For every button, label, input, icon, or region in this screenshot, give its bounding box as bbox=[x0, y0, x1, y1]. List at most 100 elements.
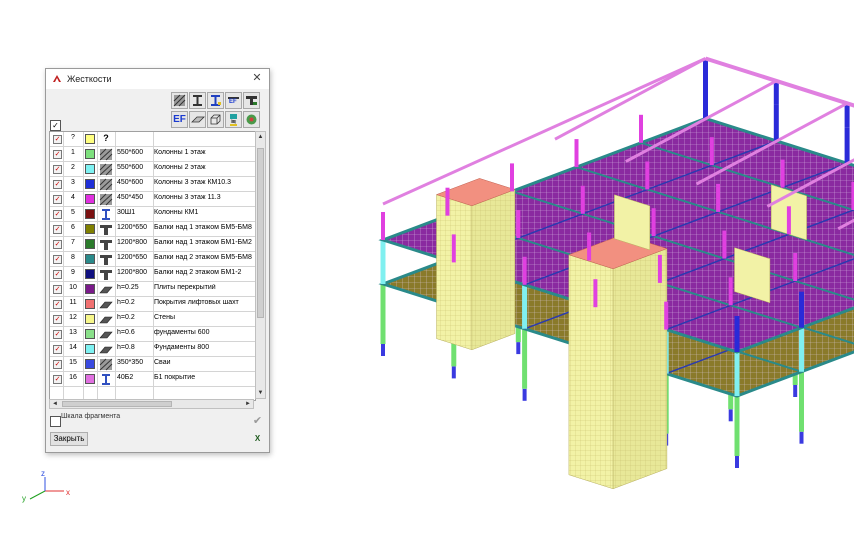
header-visibility-checkbox[interactable]: ✓ bbox=[53, 135, 62, 144]
plate-button[interactable] bbox=[189, 111, 206, 128]
section-type-icon bbox=[99, 286, 113, 294]
row-color-swatch[interactable] bbox=[85, 314, 95, 324]
row-color-swatch[interactable] bbox=[85, 179, 95, 189]
row-number: 3 bbox=[71, 179, 75, 186]
row-color-swatch[interactable] bbox=[85, 284, 95, 294]
row-size: 450*600 bbox=[117, 179, 144, 186]
table-row[interactable]: ✓ 7 1200*800 Балки над 1 этажом БМ1-БМ2 bbox=[50, 237, 255, 252]
settings-button[interactable] bbox=[243, 111, 260, 128]
row-color-swatch[interactable] bbox=[85, 194, 95, 204]
row-visibility-checkbox[interactable]: ✓ bbox=[53, 375, 62, 384]
scroll-right-icon[interactable]: ► bbox=[243, 400, 253, 408]
row-name: Балки над 2 этажом БМ1-2 bbox=[154, 269, 242, 276]
table-row[interactable]: ✓ 10 h=0.25 Плиты перекрытий bbox=[50, 282, 255, 297]
row-visibility-checkbox[interactable]: ✓ bbox=[53, 270, 62, 279]
row-visibility-checkbox[interactable]: ✓ bbox=[53, 300, 62, 309]
row-color-swatch[interactable] bbox=[85, 254, 95, 264]
table-row[interactable]: ✓ 13 h=0.6 фундаменты 600 bbox=[50, 327, 255, 342]
row-number: 6 bbox=[71, 224, 75, 231]
check-all-checkbox[interactable]: ✓ bbox=[50, 120, 61, 131]
row-size: 30Ш1 bbox=[117, 209, 136, 216]
table-row[interactable]: ✓ 16 40Б2 Б1 покрытие bbox=[50, 372, 255, 387]
table-row[interactable]: ✓ 6 1200*650 Балки над 1 этажом БМ5-БМ8 bbox=[50, 222, 255, 237]
composite-section-button[interactable] bbox=[243, 92, 260, 109]
dialog-titlebar[interactable]: Жесткости ✕ bbox=[46, 69, 269, 89]
table-row[interactable]: ✓ 1 550*600 Колонны 1 этаж bbox=[50, 147, 255, 162]
fragment-scale-checkbox[interactable] bbox=[50, 416, 61, 427]
row-size: h=0.6 bbox=[117, 329, 135, 336]
row-color-swatch[interactable] bbox=[85, 239, 95, 249]
hatch-section-button[interactable] bbox=[171, 92, 188, 109]
ef-small-button[interactable]: EF bbox=[225, 92, 242, 109]
row-visibility-checkbox[interactable]: ✓ bbox=[53, 360, 62, 369]
table-row[interactable]: ✓ 14 h=0.8 Фундаменты 800 bbox=[50, 342, 255, 357]
row-number: 11 bbox=[69, 299, 77, 306]
row-color-swatch[interactable] bbox=[85, 269, 95, 279]
row-color-swatch[interactable] bbox=[85, 224, 95, 234]
steel-section-button[interactable] bbox=[207, 92, 224, 109]
ef-button[interactable]: EF bbox=[171, 111, 188, 128]
row-color-swatch[interactable] bbox=[85, 344, 95, 354]
row-color-swatch[interactable] bbox=[85, 299, 95, 309]
table-row[interactable]: ✓ 9 1200*800 Балки над 2 этажом БМ1-2 bbox=[50, 267, 255, 282]
row-name: Сваи bbox=[154, 359, 171, 366]
row-visibility-checkbox[interactable]: ✓ bbox=[53, 150, 62, 159]
row-visibility-checkbox[interactable]: ✓ bbox=[53, 165, 62, 174]
row-visibility-checkbox[interactable]: ✓ bbox=[53, 180, 62, 189]
row-visibility-checkbox[interactable]: ✓ bbox=[53, 240, 62, 249]
scroll-down-icon[interactable]: ▼ bbox=[256, 388, 265, 398]
row-visibility-checkbox[interactable]: ✓ bbox=[53, 345, 62, 354]
row-visibility-checkbox[interactable]: ✓ bbox=[53, 210, 62, 219]
row-color-swatch[interactable] bbox=[85, 164, 95, 174]
table-header-row: ✓ ? ? bbox=[50, 132, 255, 147]
apply-check-icon[interactable]: ✔ bbox=[250, 414, 265, 428]
row-color-swatch[interactable] bbox=[85, 374, 95, 384]
table-row[interactable]: ✓ 11 h=0.2 Покрытия лифтовых шахт bbox=[50, 297, 255, 312]
row-visibility-checkbox[interactable]: ✓ bbox=[53, 225, 62, 234]
scroll-thumb-horizontal[interactable] bbox=[62, 401, 172, 407]
row-number: 13 bbox=[69, 329, 77, 336]
row-color-swatch[interactable] bbox=[85, 359, 95, 369]
scroll-thumb[interactable] bbox=[257, 148, 264, 318]
section-type-icon bbox=[99, 331, 113, 339]
row-name: Колонны 1 этаж bbox=[154, 149, 206, 156]
table-row[interactable]: ✓ 12 h=0.2 Стены bbox=[50, 312, 255, 327]
app-icon bbox=[52, 74, 62, 84]
row-name: Колонны 2 этаж bbox=[154, 164, 206, 171]
export-excel-button[interactable]: X bbox=[250, 432, 265, 446]
row-size: 450*450 bbox=[117, 194, 144, 201]
table-row[interactable]: ✓ 2 550*600 Колонны 2 этаж bbox=[50, 162, 255, 177]
section-type-icon bbox=[99, 301, 113, 309]
scroll-left-icon[interactable]: ◄ bbox=[50, 400, 60, 408]
row-size: h=0.2 bbox=[117, 299, 135, 306]
solid-button[interactable] bbox=[207, 111, 224, 128]
table-row[interactable]: ✓ 8 1200*650 Балки над 2 этажом БМ5-БМ8 bbox=[50, 252, 255, 267]
row-visibility-checkbox[interactable]: ✓ bbox=[53, 285, 62, 294]
row-number: 8 bbox=[71, 254, 75, 261]
spring-button[interactable] bbox=[225, 111, 242, 128]
plate-icon bbox=[191, 116, 205, 123]
table-row[interactable]: ✓ 15 350*350 Сваи bbox=[50, 357, 255, 372]
horizontal-scrollbar[interactable]: ◄ ► bbox=[49, 399, 254, 409]
close-button[interactable]: Закрыть bbox=[50, 432, 88, 446]
header-color-swatch[interactable] bbox=[85, 134, 95, 144]
i-section-button[interactable] bbox=[189, 92, 206, 109]
row-visibility-checkbox[interactable]: ✓ bbox=[53, 255, 62, 264]
row-color-swatch[interactable] bbox=[85, 329, 95, 339]
row-number: 12 bbox=[69, 314, 77, 321]
row-color-swatch[interactable] bbox=[85, 209, 95, 219]
scroll-up-icon[interactable]: ▲ bbox=[256, 132, 265, 142]
table-row[interactable]: ✓ 4 450*450 Колонны 3 этаж 11.3 bbox=[50, 192, 255, 207]
row-name: Колонны 3 этаж 11.3 bbox=[154, 194, 221, 201]
row-visibility-checkbox[interactable]: ✓ bbox=[53, 315, 62, 324]
row-visibility-checkbox[interactable]: ✓ bbox=[53, 330, 62, 339]
table-row[interactable]: ✓ 3 450*600 Колонны 3 этаж КМ10.3 bbox=[50, 177, 255, 192]
row-visibility-checkbox[interactable]: ✓ bbox=[53, 195, 62, 204]
vertical-scrollbar[interactable]: ▲ ▼ bbox=[255, 131, 266, 399]
table-row[interactable]: ✓ 5 30Ш1 Колонны КМ1 bbox=[50, 207, 255, 222]
row-color-swatch[interactable] bbox=[85, 149, 95, 159]
shaft-front-wall-mesh bbox=[568, 254, 614, 489]
close-icon[interactable]: ✕ bbox=[251, 72, 263, 84]
dialog-title: Жесткости bbox=[67, 74, 112, 84]
section-type-icon bbox=[99, 316, 113, 324]
